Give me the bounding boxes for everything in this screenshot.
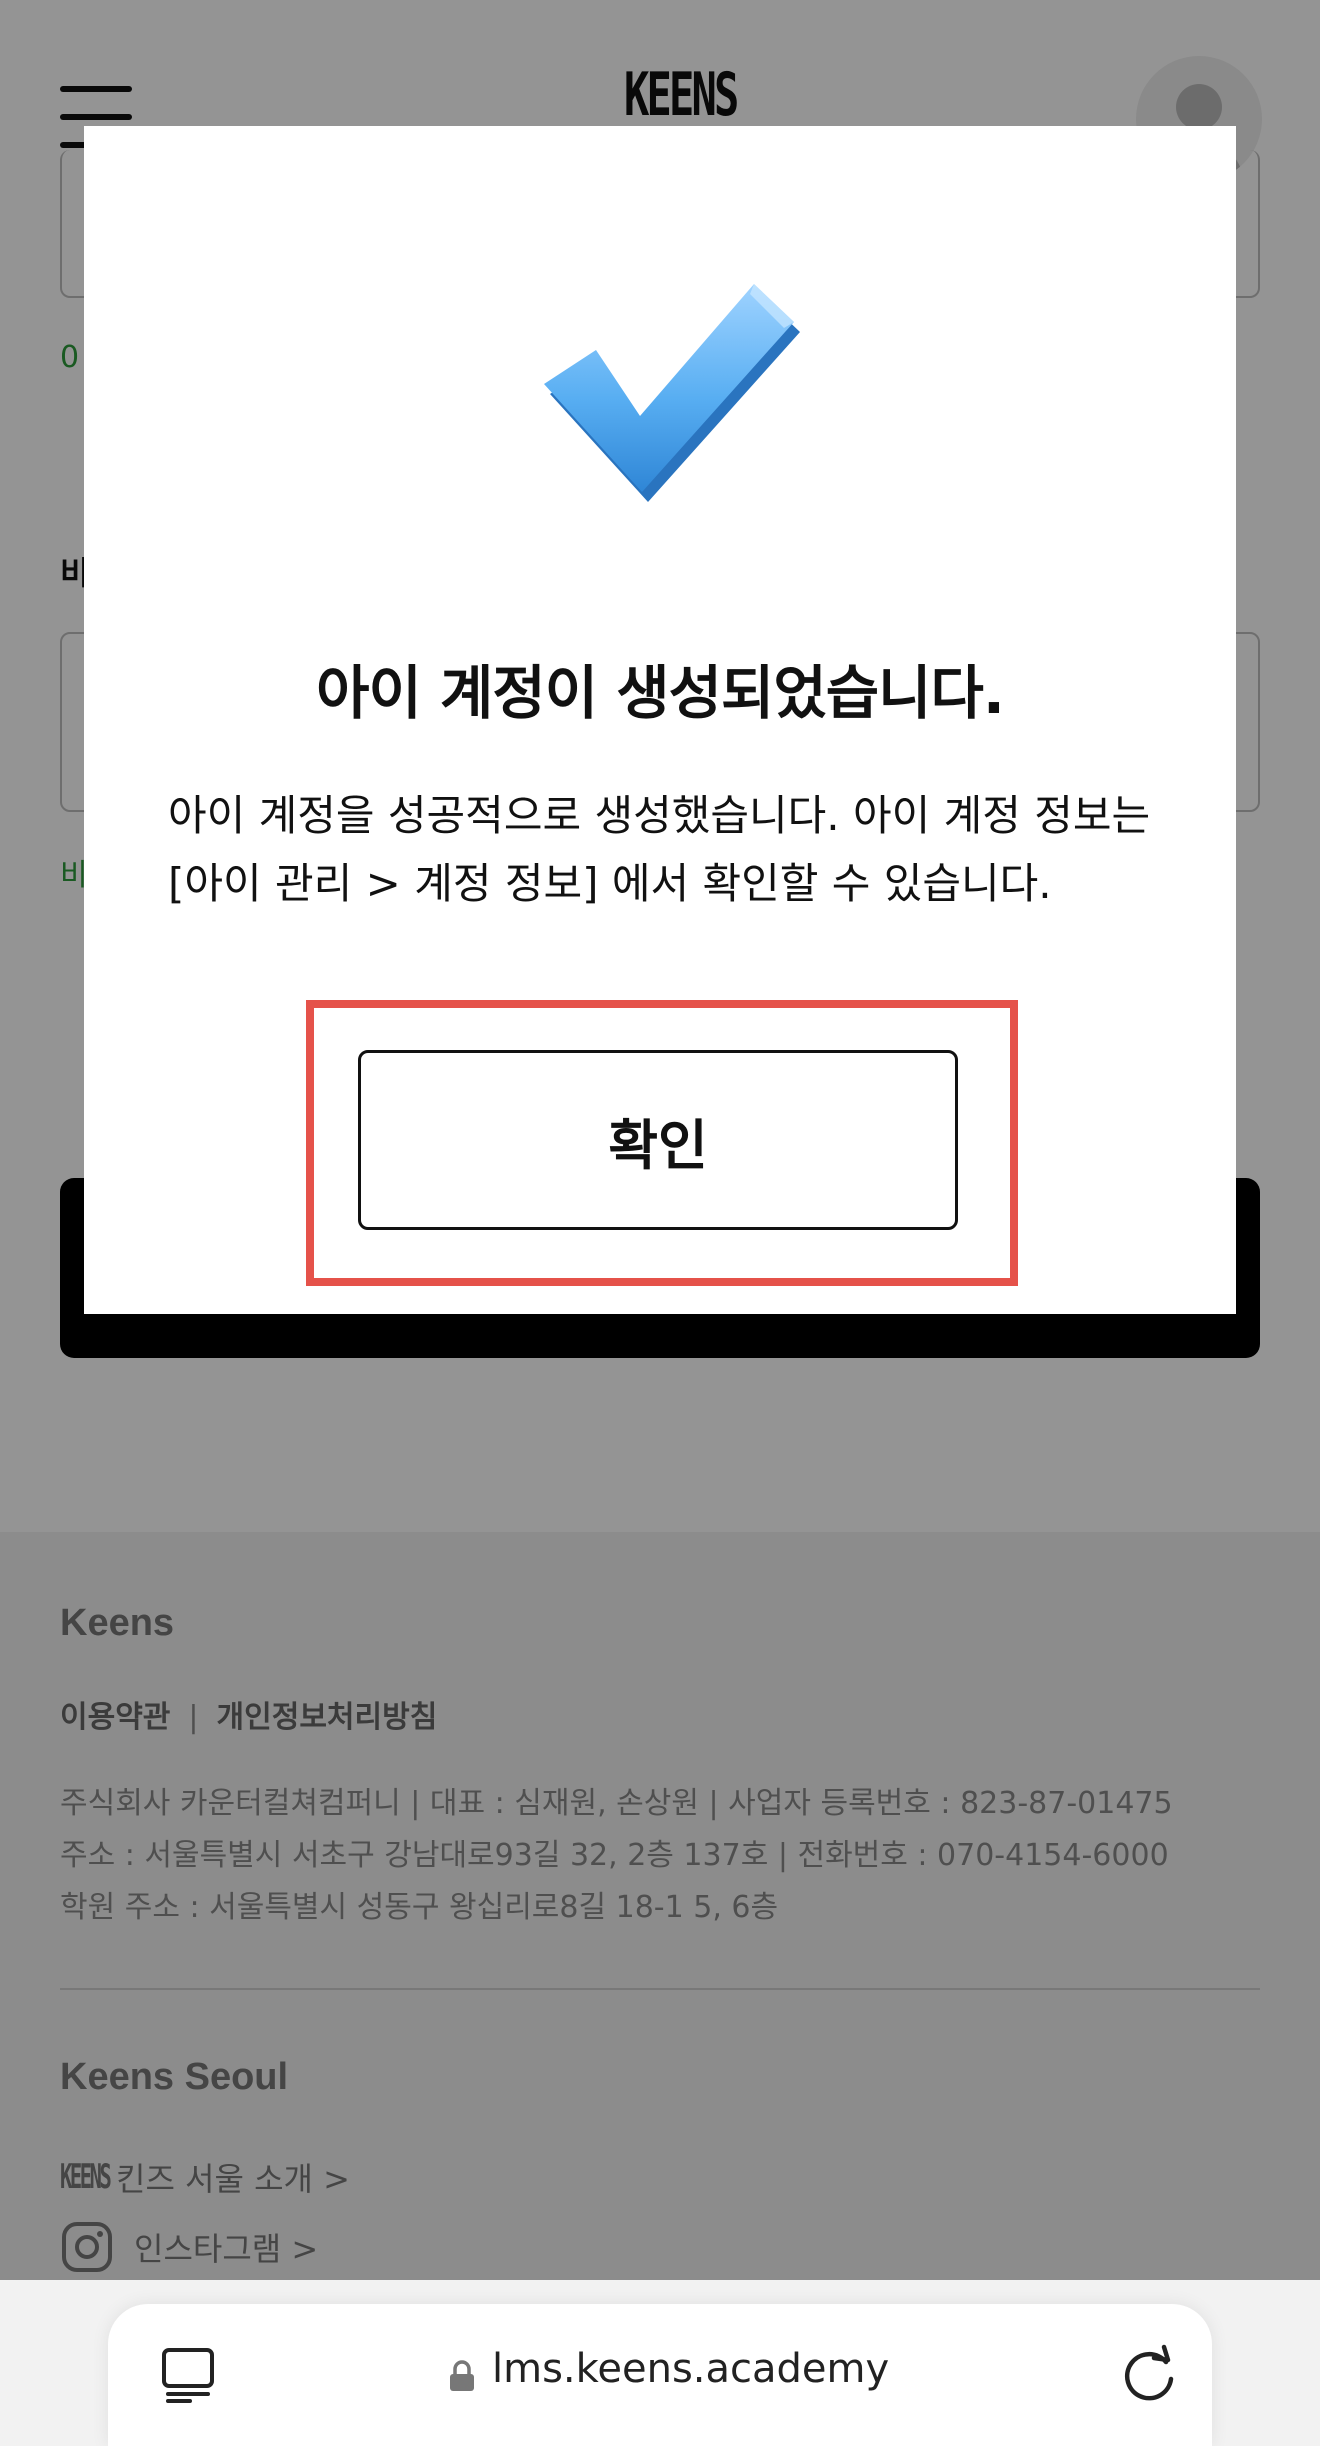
confirm-button[interactable]: 확인 (358, 1050, 958, 1230)
modal-title: 아이 계정이 생성되었습니다. (316, 659, 1005, 727)
tabs-icon[interactable] (160, 2346, 216, 2404)
modal-message: 아이 계정을 성공적으로 생성했습니다. 아이 계정 정보는 [아이 관리 > … (168, 791, 1151, 908)
address-bar[interactable]: lms.keens.academy (108, 2304, 1212, 2446)
url-text[interactable]: lms.keens.academy (492, 2346, 889, 2392)
reload-icon[interactable] (1118, 2344, 1180, 2406)
account-created-modal: 아이 계정이 생성되었습니다. 아이 계정을 성공적으로 생성했습니다. 아이 … (84, 126, 1236, 1314)
browser-toolbar: lms.keens.academy (0, 2280, 1320, 2446)
check-mark-icon (544, 284, 800, 502)
lock-icon (450, 2360, 474, 2391)
